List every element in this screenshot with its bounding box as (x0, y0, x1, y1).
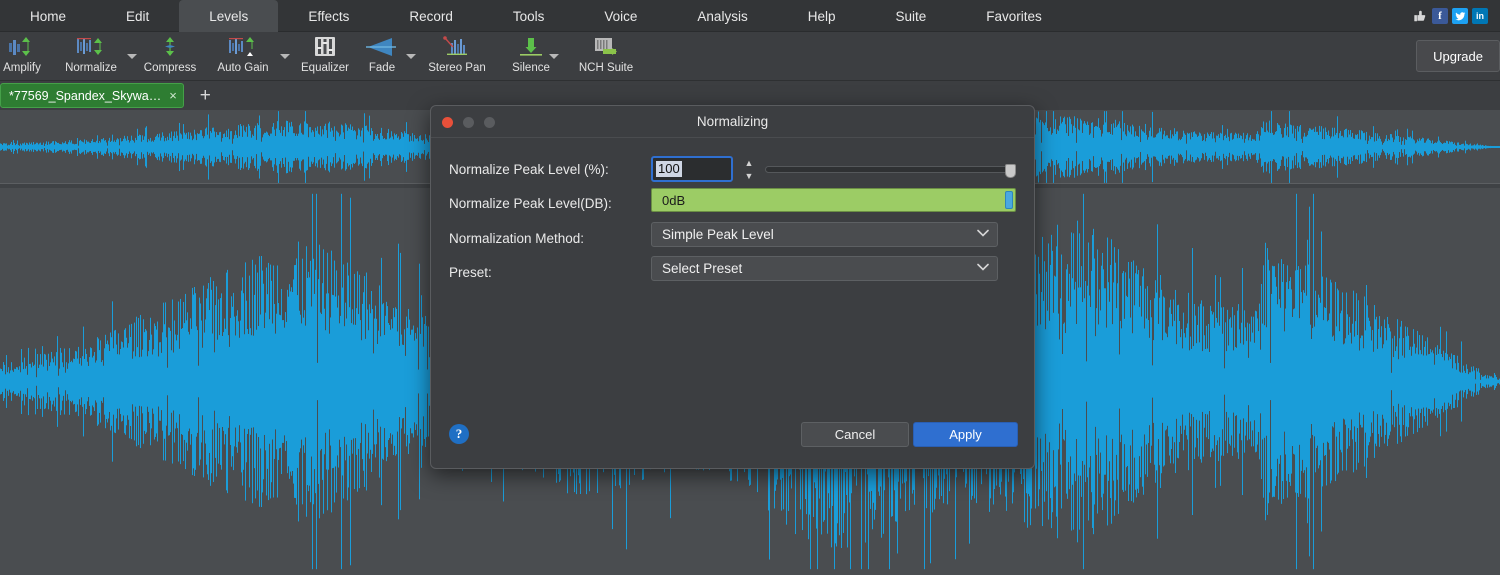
method-label: Normalization Method: (449, 231, 584, 246)
peak-percent-stepper[interactable]: ▲ ▼ (741, 156, 757, 182)
toolbar-normalize-label: Normalize (65, 62, 117, 74)
stereo-pan-icon (441, 34, 473, 60)
maximize-window-button[interactable] (484, 117, 495, 128)
dialog-titlebar: Normalizing (431, 106, 1034, 138)
toolbar-amplify[interactable]: Amplify (0, 34, 48, 80)
preset-label: Preset: (449, 265, 492, 280)
toolbar-stereo-pan-label: Stereo Pan (428, 62, 486, 74)
toolbar-stereo-pan[interactable]: Stereo Pan (420, 34, 494, 80)
auto-gain-dropdown-caret[interactable] (280, 54, 290, 59)
toolbar-auto-gain-label: Auto Gain (217, 62, 268, 74)
close-icon[interactable]: × (169, 89, 177, 102)
menu-item-help[interactable]: Help (778, 0, 866, 32)
toolbar-equalizer-label: Equalizer (301, 62, 349, 74)
preset-row: Preset: Select Preset (449, 259, 1016, 285)
chevron-down-icon (977, 229, 989, 240)
chevron-down-icon (977, 263, 989, 274)
social-links: f in (1412, 0, 1488, 32)
peak-percent-value: 100 (656, 161, 682, 177)
linkedin-icon[interactable]: in (1472, 8, 1488, 24)
upgrade-button[interactable]: Upgrade (1416, 40, 1500, 72)
chevron-up-icon[interactable]: ▲ (745, 158, 754, 168)
menu-item-edit[interactable]: Edit (96, 0, 179, 32)
window-controls (442, 117, 495, 128)
normalizing-dialog: Normalizing Normalize Peak Level (%): 10… (430, 105, 1035, 469)
menu-item-effects[interactable]: Effects (278, 0, 379, 32)
help-icon[interactable]: ? (449, 424, 469, 444)
peak-percent-slider[interactable] (765, 166, 1016, 173)
close-window-button[interactable] (442, 117, 453, 128)
menu-item-favorites[interactable]: Favorites (956, 0, 1072, 32)
menu-bar: Home Edit Levels Effects Record Tools Vo… (0, 0, 1500, 32)
amplify-icon (7, 34, 37, 60)
silence-icon (518, 34, 544, 60)
toolbar-amplify-label: Amplify (3, 62, 41, 74)
method-select[interactable]: Simple Peak Level (651, 222, 998, 247)
toolbar-fade[interactable]: Fade (362, 34, 402, 80)
facebook-icon[interactable]: f (1432, 8, 1448, 24)
peak-db-label: Normalize Peak Level(DB): (449, 196, 612, 211)
cancel-button[interactable]: Cancel (801, 422, 909, 447)
toolbar-nch-suite-label: NCH Suite (579, 62, 633, 74)
method-row: Normalization Method: Simple Peak Level (449, 225, 1016, 251)
document-tab-label: *77569_Spandex_Skywa… (9, 89, 161, 103)
fade-icon (366, 34, 398, 60)
effects-toolbar: Amplify Normalize Compress (0, 32, 1500, 81)
method-value: Simple Peak Level (662, 227, 774, 242)
menu-item-tools[interactable]: Tools (483, 0, 575, 32)
toolbar-nch-suite[interactable]: NCH Suite (570, 34, 642, 80)
equalizer-icon (312, 34, 338, 60)
auto-gain-icon (227, 34, 259, 60)
toolbar-auto-gain[interactable]: Auto Gain (210, 34, 276, 80)
apply-button[interactable]: Apply (913, 422, 1018, 447)
menu-item-voice[interactable]: Voice (574, 0, 667, 32)
thumbs-up-icon[interactable] (1412, 8, 1428, 24)
normalize-dropdown-caret[interactable] (127, 54, 137, 59)
peak-db-slider-thumb[interactable] (1005, 191, 1013, 209)
menu-item-home[interactable]: Home (0, 0, 96, 32)
toolbar-normalize[interactable]: Normalize (60, 34, 122, 80)
menu-item-record[interactable]: Record (379, 0, 483, 32)
peak-db-value: 0dB (652, 193, 685, 208)
toolbar-compress[interactable]: Compress (140, 34, 200, 80)
minimize-window-button[interactable] (463, 117, 474, 128)
nch-suite-icon (592, 34, 620, 60)
preset-select[interactable]: Select Preset (651, 256, 998, 281)
peak-db-row: Normalize Peak Level(DB): 0dB (449, 190, 1016, 216)
toolbar-equalizer[interactable]: Equalizer (294, 34, 356, 80)
toolbar-compress-label: Compress (144, 62, 196, 74)
normalize-icon (75, 34, 107, 60)
menu-item-levels[interactable]: Levels (179, 0, 278, 32)
silence-dropdown-caret[interactable] (549, 54, 559, 59)
dialog-title: Normalizing (431, 114, 1034, 129)
chevron-down-icon[interactable]: ▼ (745, 171, 754, 181)
peak-percent-label: Normalize Peak Level (%): (449, 162, 609, 177)
menu-item-analysis[interactable]: Analysis (667, 0, 777, 32)
preset-value: Select Preset (662, 261, 742, 276)
fade-dropdown-caret[interactable] (406, 54, 416, 59)
compress-icon (156, 34, 184, 60)
peak-percent-input[interactable]: 100 (651, 156, 733, 182)
toolbar-fade-label: Fade (369, 62, 395, 74)
document-tab[interactable]: *77569_Spandex_Skywa… × (0, 83, 184, 108)
peak-db-slider[interactable]: 0dB (651, 188, 1016, 212)
new-tab-button[interactable]: + (200, 86, 211, 105)
peak-percent-row: Normalize Peak Level (%): 100 ▲ ▼ (449, 156, 1016, 182)
menu-item-suite[interactable]: Suite (865, 0, 956, 32)
toolbar-silence-label: Silence (512, 62, 550, 74)
peak-percent-slider-thumb[interactable] (1005, 164, 1016, 178)
twitter-icon[interactable] (1452, 8, 1468, 24)
